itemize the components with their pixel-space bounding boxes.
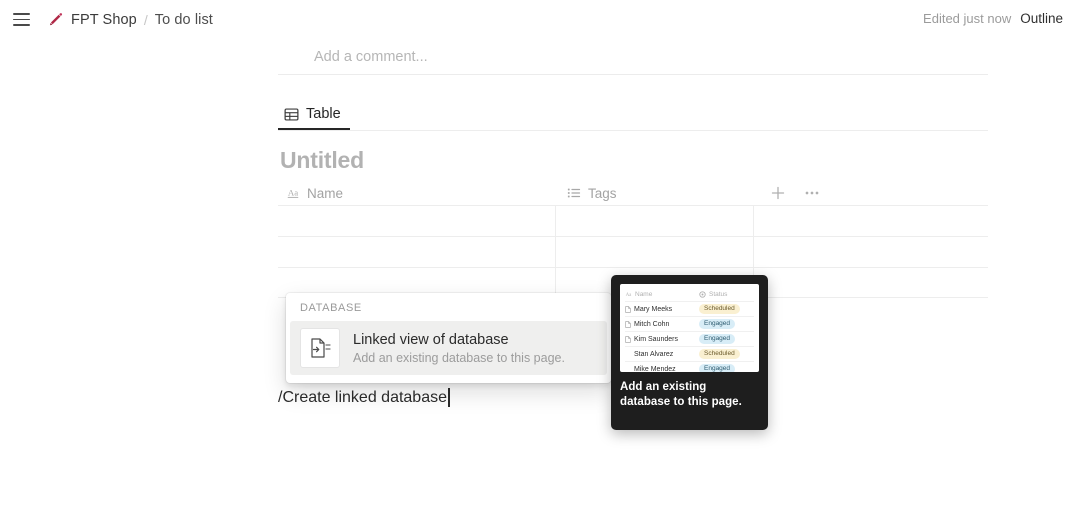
column-header-tags[interactable]: Tags bbox=[555, 181, 753, 205]
slash-command-text: /Create linked database bbox=[278, 389, 447, 407]
preview-row-name-label: Mitch Cohn bbox=[634, 321, 669, 328]
preview-column-header-status: Status bbox=[699, 291, 727, 298]
outline-button[interactable]: Outline bbox=[1020, 11, 1063, 26]
breadcrumb-separator: / bbox=[144, 12, 148, 28]
command-menu-section-label: DATABASE bbox=[286, 302, 611, 321]
status-circle-icon bbox=[699, 291, 706, 298]
text-cursor bbox=[448, 388, 450, 407]
page-document-icon bbox=[625, 321, 631, 328]
preview-table-body: Mary MeeksScheduledMitch CohnEngagedKim … bbox=[625, 301, 754, 372]
preview-table-row: Kim Saunders Engaged bbox=[625, 331, 754, 346]
command-item-linked-view-of-database[interactable]: Linked view of database Add an existing … bbox=[290, 321, 607, 375]
preview-status-badge: Scheduled bbox=[699, 349, 740, 359]
command-item-subtitle: Add an existing database to this page. bbox=[353, 351, 565, 365]
preview-row-name: Mike Mendez bbox=[625, 366, 699, 373]
preview-row-name: Mitch Cohn bbox=[625, 321, 699, 328]
view-tabs: Table bbox=[278, 100, 988, 131]
table-row[interactable] bbox=[278, 236, 988, 267]
table-grid-icon bbox=[284, 107, 299, 122]
top-bar: FPT Shop / To do list Edited just now Ou… bbox=[0, 0, 1077, 40]
preview-status-badge: Scheduled bbox=[699, 304, 740, 314]
ellipsis-icon[interactable] bbox=[804, 185, 820, 201]
text-aa-icon: Aa bbox=[286, 186, 300, 200]
tab-table-label: Table bbox=[306, 106, 341, 122]
preview-mini-table: Aa Name Status Mary Meeks Scheduled Mitch … bbox=[620, 284, 759, 372]
database-table: Aa Name Tags bbox=[278, 181, 988, 205]
preview-table-row: Mike Mendez Engaged bbox=[625, 361, 754, 372]
multi-select-list-icon bbox=[567, 186, 581, 200]
column-header-name-label: Name bbox=[307, 186, 343, 201]
preview-column-header-status-label: Status bbox=[709, 291, 727, 298]
edited-status: Edited just now bbox=[923, 11, 1011, 26]
database-title[interactable]: Untitled bbox=[280, 147, 364, 174]
preview-table-header-row: Aa Name Status bbox=[625, 288, 754, 301]
linked-database-page-icon bbox=[300, 328, 340, 368]
breadcrumb: FPT Shop / To do list bbox=[46, 10, 213, 30]
tab-table[interactable]: Table bbox=[278, 100, 350, 130]
command-item-title: Linked view of database bbox=[353, 332, 565, 348]
table-header-row: Aa Name Tags bbox=[278, 181, 988, 205]
content-divider bbox=[278, 74, 988, 75]
preview-row-name-label: Stan Alvarez bbox=[634, 351, 673, 358]
preview-table-row: Mary Meeks Scheduled bbox=[625, 301, 754, 316]
page-document-icon bbox=[625, 306, 631, 313]
table-header-actions bbox=[753, 181, 820, 205]
preview-row-name: Kim Saunders bbox=[625, 336, 699, 343]
column-header-name[interactable]: Aa Name bbox=[278, 181, 555, 205]
preview-table-row: Stan Alvarez Scheduled bbox=[625, 346, 754, 361]
add-comment-row[interactable]: Add a comment... bbox=[278, 40, 988, 73]
page-document-icon bbox=[625, 336, 631, 343]
preview-row-name: Stan Alvarez bbox=[625, 351, 699, 358]
preview-column-header-name-label: Name bbox=[635, 291, 652, 298]
preview-row-name-label: Mary Meeks bbox=[634, 306, 672, 313]
column-header-tags-label: Tags bbox=[588, 186, 617, 201]
hamburger-menu-icon[interactable] bbox=[13, 13, 30, 26]
svg-text:Aa: Aa bbox=[626, 293, 632, 298]
preview-status-badge: Engaged bbox=[699, 334, 735, 344]
slash-command-line[interactable]: /Create linked database bbox=[278, 388, 450, 407]
command-item-texts: Linked view of database Add an existing … bbox=[353, 332, 565, 365]
pencil-icon bbox=[46, 11, 64, 29]
preview-row-name-label: Kim Saunders bbox=[634, 336, 678, 343]
breadcrumb-workspace[interactable]: FPT Shop bbox=[71, 12, 137, 28]
preview-caption: Add an existing database to this page. bbox=[620, 380, 759, 410]
slash-command-menu: DATABASE Linked view of database Add an … bbox=[286, 293, 611, 383]
preview-status-badge: Engaged bbox=[699, 364, 735, 372]
preview-row-name-label: Mike Mendez bbox=[634, 366, 676, 373]
preview-column-header-name: Aa Name bbox=[625, 291, 699, 298]
top-bar-actions: Edited just now Outline bbox=[923, 11, 1063, 26]
preview-row-name: Mary Meeks bbox=[625, 306, 699, 313]
breadcrumb-page[interactable]: To do list bbox=[155, 12, 213, 28]
plus-icon[interactable] bbox=[770, 185, 786, 201]
tabs-underline bbox=[278, 130, 988, 131]
add-comment-placeholder: Add a comment... bbox=[278, 49, 428, 65]
notion-page: FPT Shop / To do list Edited just now Ou… bbox=[0, 0, 1077, 511]
svg-text:Aa: Aa bbox=[288, 188, 298, 198]
preview-table-row: Mitch Cohn Engaged bbox=[625, 316, 754, 331]
preview-status-badge: Engaged bbox=[699, 319, 735, 329]
text-aa-icon: Aa bbox=[625, 291, 632, 298]
command-preview-tooltip: Aa Name Status Mary Meeks Scheduled Mitch … bbox=[611, 275, 768, 430]
table-row[interactable] bbox=[278, 205, 988, 236]
